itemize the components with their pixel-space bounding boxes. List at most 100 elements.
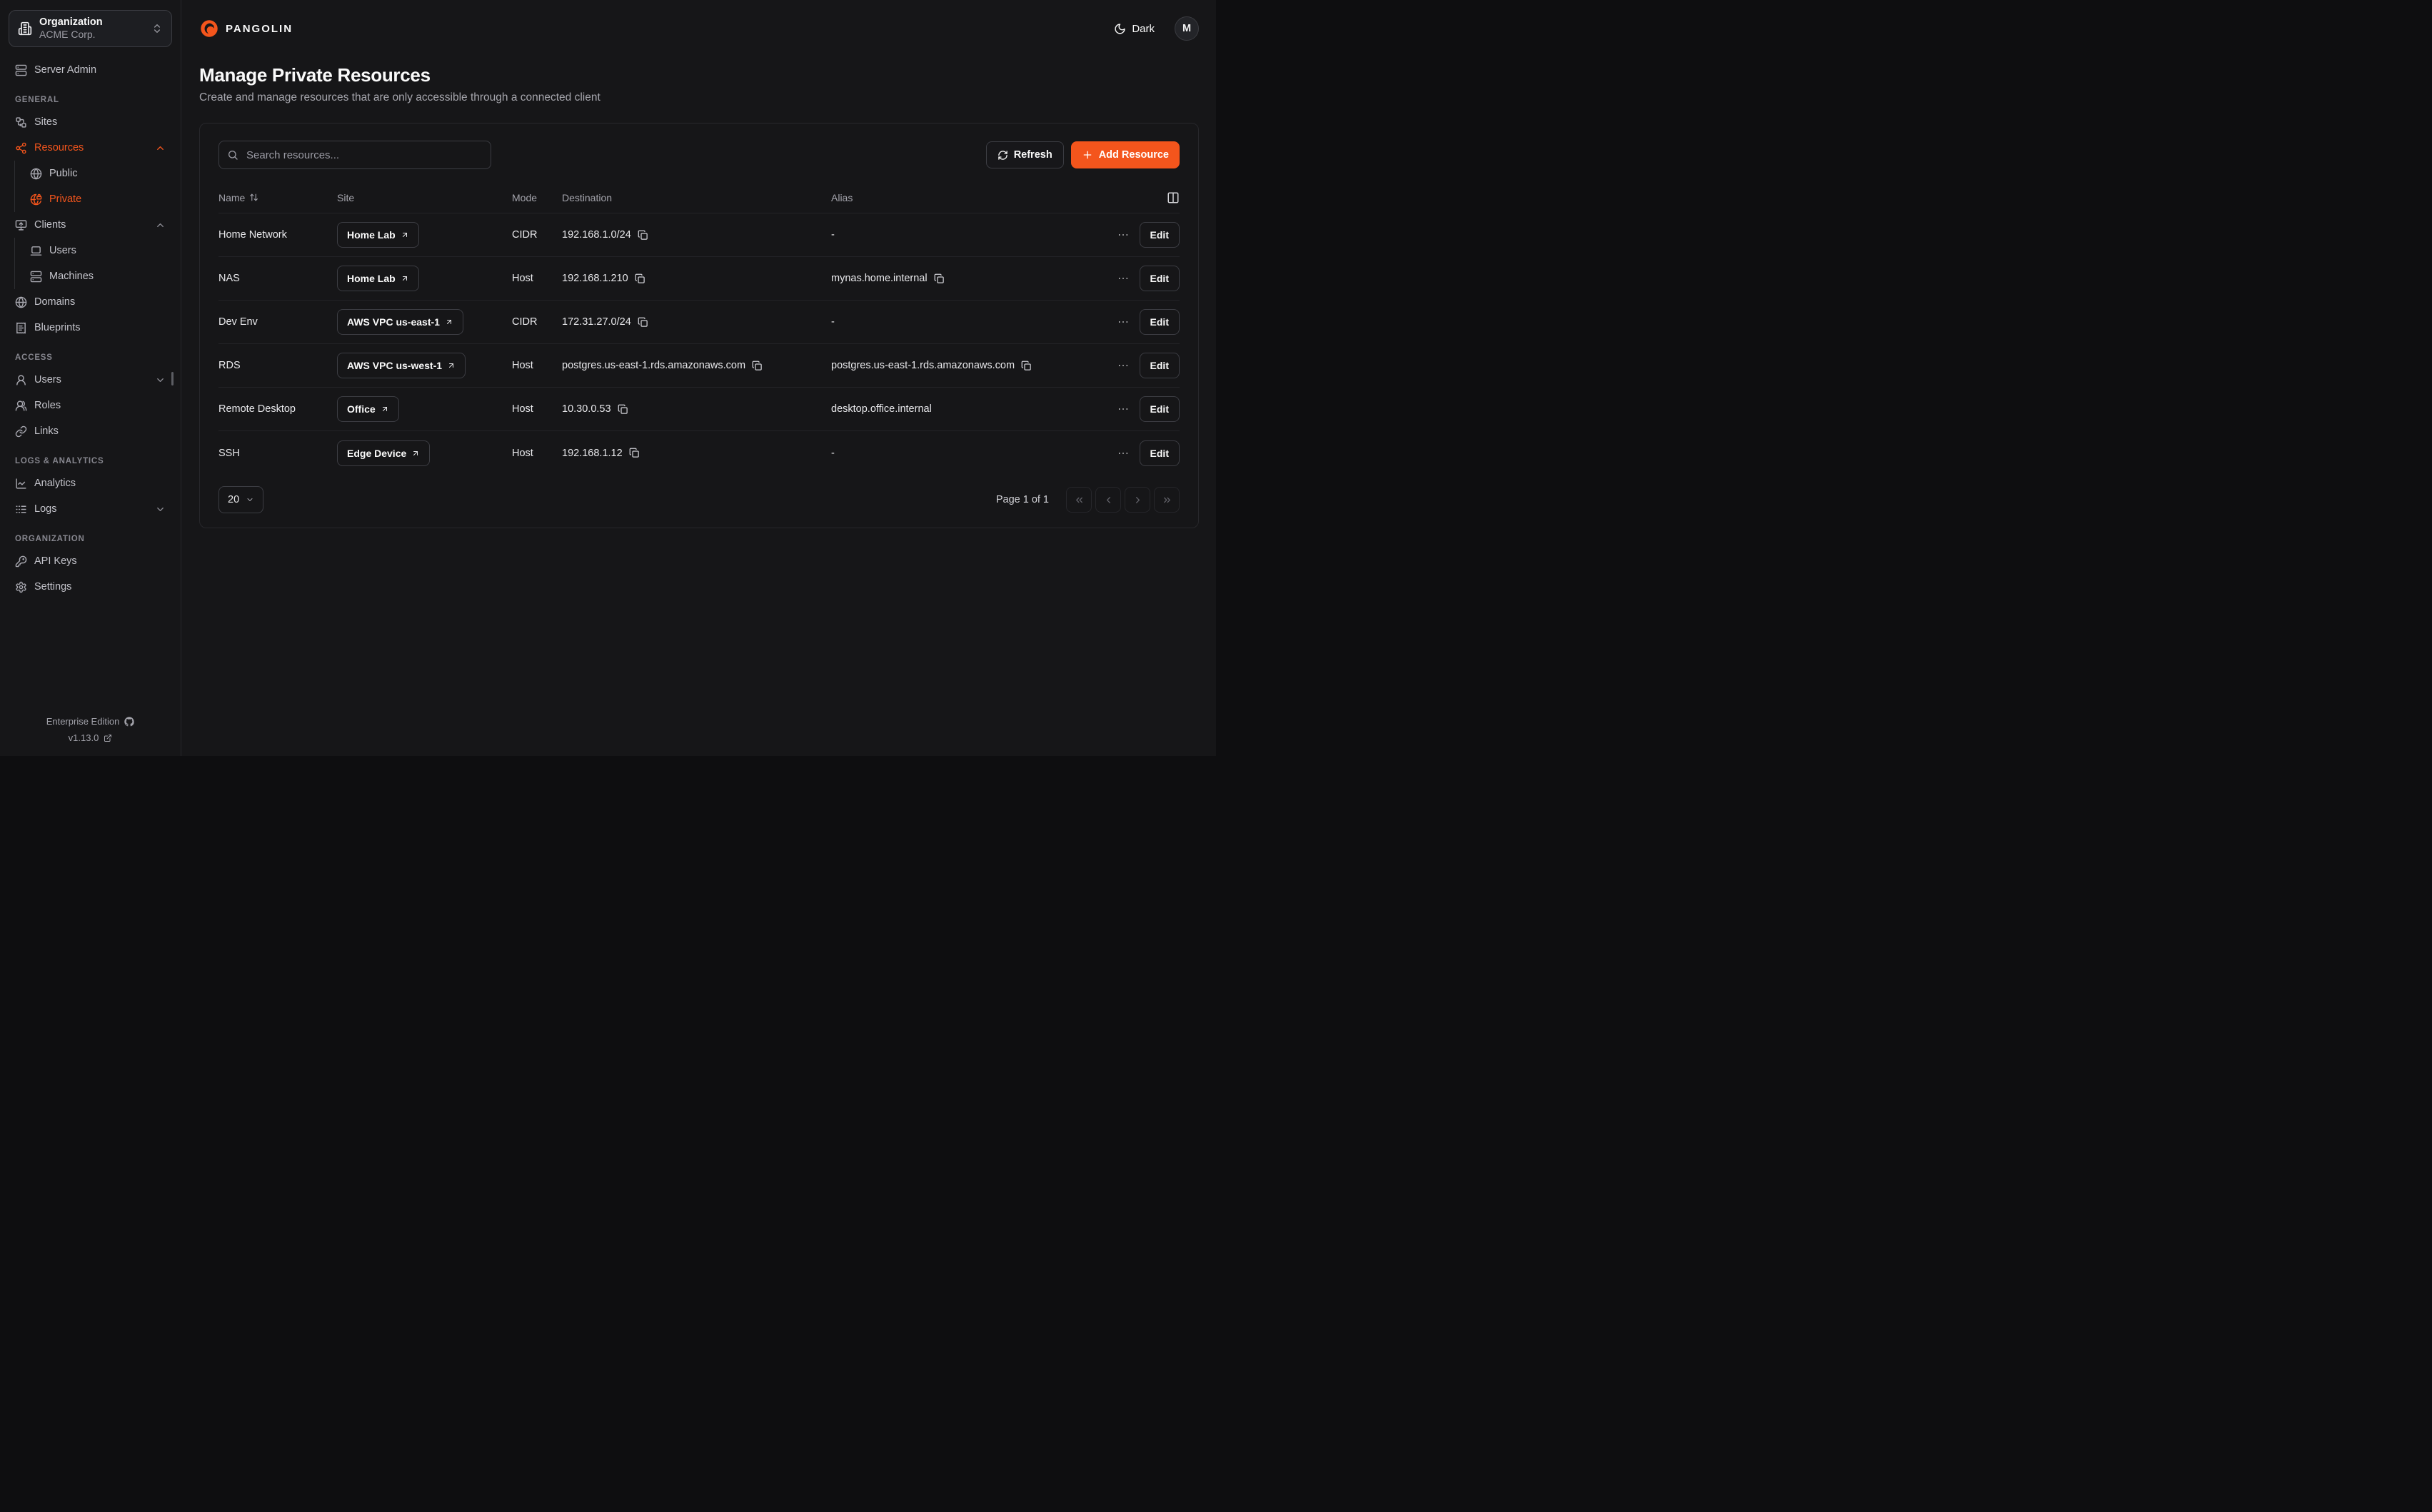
refresh-button[interactable]: Refresh xyxy=(986,141,1064,168)
site-link-home-lab[interactable]: Home Lab xyxy=(337,222,419,248)
edition-row[interactable]: Enterprise Edition xyxy=(9,716,172,727)
copy-destination-button[interactable] xyxy=(629,448,640,458)
link-icon xyxy=(15,425,27,438)
site-link-aws-vpc-us-east-1[interactable]: AWS VPC us-east-1 xyxy=(337,309,463,335)
mode-value: Host xyxy=(512,273,533,284)
sidebar-item-label: Analytics xyxy=(34,478,76,489)
sidebar-item-public[interactable]: Public xyxy=(24,161,172,186)
sidebar-item-label: Blueprints xyxy=(34,322,80,333)
sidebar-item-links[interactable]: Links xyxy=(9,418,172,444)
copy-destination-button[interactable] xyxy=(635,273,645,284)
mode-value: CIDR xyxy=(512,316,537,328)
sidebar-nav: Server AdminGENERALSitesResourcesPublicP… xyxy=(9,57,172,710)
sidebar-scrollbar-thumb[interactable] xyxy=(171,372,174,385)
gear-icon xyxy=(15,581,27,593)
sidebar-item-label: Sites xyxy=(34,116,57,128)
site-link-edge-device[interactable]: Edge Device xyxy=(337,440,430,466)
copy-alias-button[interactable] xyxy=(1021,361,1032,371)
edit-button[interactable]: Edit xyxy=(1140,440,1180,466)
add-resource-button[interactable]: Add Resource xyxy=(1071,141,1180,168)
resource-name: Home Network xyxy=(218,229,287,241)
row-menu-button[interactable] xyxy=(1117,272,1130,285)
arrow-up-right-icon xyxy=(381,405,389,413)
row-menu-button[interactable] xyxy=(1117,316,1130,328)
receipt-icon xyxy=(15,322,27,334)
page-size-select[interactable]: 20 xyxy=(218,486,263,513)
version-label: v1.13.0 xyxy=(69,732,99,743)
sidebar-item-clients[interactable]: Clients xyxy=(9,212,172,238)
edit-button[interactable]: Edit xyxy=(1140,353,1180,378)
last-page-button[interactable] xyxy=(1154,487,1180,513)
chevron-down-icon xyxy=(155,375,166,385)
table-row-dev-env: Dev EnvAWS VPC us-east-1CIDR172.31.27.0/… xyxy=(218,301,1180,344)
sidebar-item-analytics[interactable]: Analytics xyxy=(9,470,172,496)
table-row-nas: NASHome LabHost192.168.1.210mynas.home.i… xyxy=(218,257,1180,301)
alias-value: - xyxy=(831,448,835,459)
toolbar-actions: Refresh Add Resource xyxy=(986,141,1180,168)
edit-button[interactable]: Edit xyxy=(1140,396,1180,422)
copy-alias-button[interactable] xyxy=(934,273,945,284)
row-menu-button[interactable] xyxy=(1117,228,1130,241)
sidebar-item-blueprints[interactable]: Blueprints xyxy=(9,315,172,341)
site-link-office[interactable]: Office xyxy=(337,396,399,422)
site-label: Home Lab xyxy=(347,229,396,241)
sidebar-subgroup-resources: Public Private xyxy=(14,161,172,212)
main-content: PANGOLIN Dark M Manage Private Resources… xyxy=(181,0,1216,756)
sidebar-item-label: Clients xyxy=(34,219,66,231)
first-page-button[interactable] xyxy=(1066,487,1092,513)
row-menu-button[interactable] xyxy=(1117,447,1130,460)
alias-value: desktop.office.internal xyxy=(831,403,932,415)
brand-logo[interactable]: PANGOLIN xyxy=(199,19,293,39)
row-menu-button[interactable] xyxy=(1117,359,1130,372)
previous-page-button[interactable] xyxy=(1095,487,1121,513)
edit-button[interactable]: Edit xyxy=(1140,266,1180,291)
copy-destination-button[interactable] xyxy=(638,317,648,328)
org-switcher-value: ACME Corp. xyxy=(39,29,144,41)
laptop-icon xyxy=(30,245,42,257)
row-menu-button[interactable] xyxy=(1117,403,1130,415)
sidebar-item-users[interactable]: Users xyxy=(9,367,172,393)
sidebar-item-label: Public xyxy=(49,168,78,179)
edit-button[interactable]: Edit xyxy=(1140,222,1180,248)
copy-destination-button[interactable] xyxy=(638,230,648,241)
sidebar-item-sites[interactable]: Sites xyxy=(9,109,172,135)
next-page-button[interactable] xyxy=(1125,487,1150,513)
sidebar-item-domains[interactable]: Domains xyxy=(9,289,172,315)
moon-icon xyxy=(1114,23,1126,35)
edit-button[interactable]: Edit xyxy=(1140,309,1180,335)
table-row-remote-desktop: Remote DesktopOfficeHost10.30.0.53deskto… xyxy=(218,388,1180,431)
site-link-aws-vpc-us-west-1[interactable]: AWS VPC us-west-1 xyxy=(337,353,466,378)
sidebar-item-label: Logs xyxy=(34,503,56,515)
sidebar-item-settings[interactable]: Settings xyxy=(9,574,172,600)
arrow-up-right-icon xyxy=(445,318,453,326)
sidebar-item-roles[interactable]: Roles xyxy=(9,393,172,418)
search-input[interactable] xyxy=(218,141,491,169)
chart-icon xyxy=(15,478,27,490)
copy-destination-button[interactable] xyxy=(752,361,763,371)
sort-icon[interactable] xyxy=(249,193,258,202)
user-avatar[interactable]: M xyxy=(1175,16,1199,41)
sidebar-item-server-admin[interactable]: Server Admin xyxy=(9,57,172,83)
version-row[interactable]: v1.13.0 xyxy=(9,732,172,743)
columns-icon[interactable] xyxy=(1167,191,1180,204)
sidebar-item-resources[interactable]: Resources xyxy=(9,135,172,161)
sidebar-item-users[interactable]: Users xyxy=(24,238,172,263)
sidebar-item-private[interactable]: Private xyxy=(24,186,172,212)
site-link-home-lab[interactable]: Home Lab xyxy=(337,266,419,291)
sidebar-item-logs[interactable]: Logs xyxy=(9,496,172,522)
sidebar-item-machines[interactable]: Machines xyxy=(24,263,172,289)
column-header-destination: Destination xyxy=(562,192,831,203)
arrow-up-right-icon xyxy=(401,231,409,239)
sidebar: Organization ACME Corp. Server AdminGENE… xyxy=(0,0,181,756)
list-icon xyxy=(15,503,27,515)
page-subtitle: Create and manage resources that are onl… xyxy=(199,91,1199,104)
github-icon xyxy=(124,717,134,727)
copy-destination-button[interactable] xyxy=(618,404,628,415)
mode-value: CIDR xyxy=(512,229,537,241)
workflow-icon xyxy=(15,116,27,128)
theme-toggle[interactable]: Dark xyxy=(1110,22,1159,36)
org-switcher[interactable]: Organization ACME Corp. xyxy=(9,10,172,47)
sidebar-item-api-keys[interactable]: API Keys xyxy=(9,548,172,574)
globe-icon xyxy=(15,296,27,308)
pangolin-logo-icon xyxy=(199,19,219,39)
